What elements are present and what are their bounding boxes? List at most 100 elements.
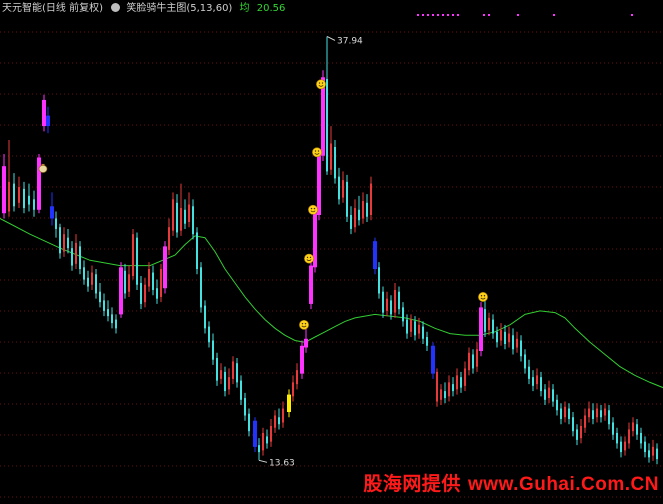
- candle-body: [282, 408, 284, 423]
- low-price-label: 13.63: [269, 458, 295, 468]
- candle-body: [382, 291, 384, 313]
- candle-body: [516, 338, 518, 348]
- candle-body: [220, 370, 222, 379]
- candle-body: [524, 354, 526, 369]
- candle-body: [99, 291, 101, 303]
- candle-body: [600, 410, 602, 418]
- low-price-leader: [258, 459, 268, 463]
- candle-body: [358, 209, 360, 221]
- candle-body: [512, 335, 514, 350]
- candle-body: [548, 387, 550, 399]
- money-bag-neck: [41, 163, 45, 166]
- candle-body: [398, 291, 400, 310]
- candle-body: [304, 338, 308, 348]
- candle-body: [59, 227, 61, 254]
- candle-body: [568, 408, 570, 419]
- candle-body: [278, 417, 280, 425]
- candle-body: [576, 429, 578, 440]
- candle-body: [452, 384, 454, 392]
- smiley-eye: [304, 322, 307, 325]
- candle-body: [228, 377, 230, 390]
- candle-body: [362, 201, 364, 219]
- candle-body: [464, 368, 466, 386]
- candle-body: [87, 277, 89, 287]
- candle-body: [592, 410, 594, 419]
- candle-body: [200, 267, 202, 308]
- candle-body: [418, 324, 420, 334]
- candle-body: [212, 340, 214, 360]
- candle-body: [436, 371, 438, 402]
- candle-body: [55, 218, 57, 229]
- smiley-eye: [318, 82, 321, 84]
- candle-body: [528, 366, 530, 379]
- indicator-dot-icon: [111, 3, 121, 12]
- candle-body: [128, 274, 130, 292]
- candle-body: [13, 183, 15, 207]
- candle-body: [46, 115, 50, 127]
- candle-body: [115, 319, 117, 329]
- smiley-face: [299, 319, 309, 330]
- candle-body: [37, 157, 41, 210]
- candle-body: [71, 248, 73, 266]
- candle-body: [168, 227, 170, 250]
- candle-body: [488, 317, 490, 331]
- candle-body: [414, 321, 416, 336]
- candle-body: [334, 147, 336, 179]
- candle-body: [119, 267, 123, 315]
- candle-body: [244, 398, 246, 416]
- smiley-eye: [317, 150, 320, 152]
- stock-title[interactable]: 天元智能(日线 前复权): [2, 3, 103, 14]
- candle-body: [136, 237, 138, 285]
- candle-body: [42, 99, 46, 127]
- candle-body: [556, 399, 558, 411]
- candle-body: [107, 309, 109, 317]
- candle-body: [326, 79, 328, 172]
- stock-chart: 37.94 13.63 天元智能(日线 前复权) 笑脸骑牛主图(5,13,60)…: [0, 0, 663, 500]
- candle-body: [476, 349, 478, 367]
- candle-body: [504, 331, 506, 345]
- candle-body: [196, 232, 198, 270]
- candle-body: [317, 153, 321, 216]
- indicator-name[interactable]: 笑脸骑牛主图(5,13,60): [126, 3, 232, 14]
- candle-body: [160, 269, 162, 297]
- candle-body: [652, 446, 654, 456]
- candle-body: [532, 377, 534, 386]
- candle-body: [644, 441, 646, 453]
- candle-body: [444, 391, 446, 399]
- candle-body: [266, 436, 268, 444]
- candle-body: [440, 389, 442, 400]
- candle-body: [23, 188, 25, 209]
- candle-body: [79, 246, 81, 270]
- candle-body: [300, 345, 304, 374]
- smiley-eye: [313, 207, 316, 210]
- candle-body: [342, 180, 344, 198]
- smiley-eye: [309, 256, 312, 259]
- candle-body: [346, 181, 348, 217]
- smiley-icon: [478, 292, 488, 302]
- candle-body: [604, 408, 606, 416]
- candle-body: [204, 305, 206, 329]
- smiley-icon: [312, 147, 322, 158]
- smiley-eye: [306, 256, 309, 259]
- candle-body: [580, 425, 582, 439]
- smiley-face: [316, 79, 326, 90]
- candle-body: [648, 450, 650, 458]
- candle-body: [262, 432, 264, 451]
- candle-body: [496, 331, 498, 343]
- watermark-url: www.Guhai.Com.CN: [468, 474, 659, 495]
- smiley-icon: [316, 79, 326, 90]
- candle-body: [656, 448, 658, 460]
- candle-body: [75, 242, 77, 264]
- candle-body: [544, 389, 546, 400]
- candle-body: [608, 410, 610, 425]
- candle-body: [422, 326, 424, 339]
- candle-body: [192, 206, 194, 235]
- candle-body: [156, 288, 158, 299]
- candle-body: [274, 415, 276, 428]
- candle-body: [91, 272, 93, 285]
- candle-body: [406, 319, 408, 334]
- candle-body: [479, 307, 483, 351]
- candlestick-plot: 37.94 13.63: [0, 14, 663, 498]
- candle-body: [636, 424, 638, 435]
- candle-body: [560, 408, 562, 419]
